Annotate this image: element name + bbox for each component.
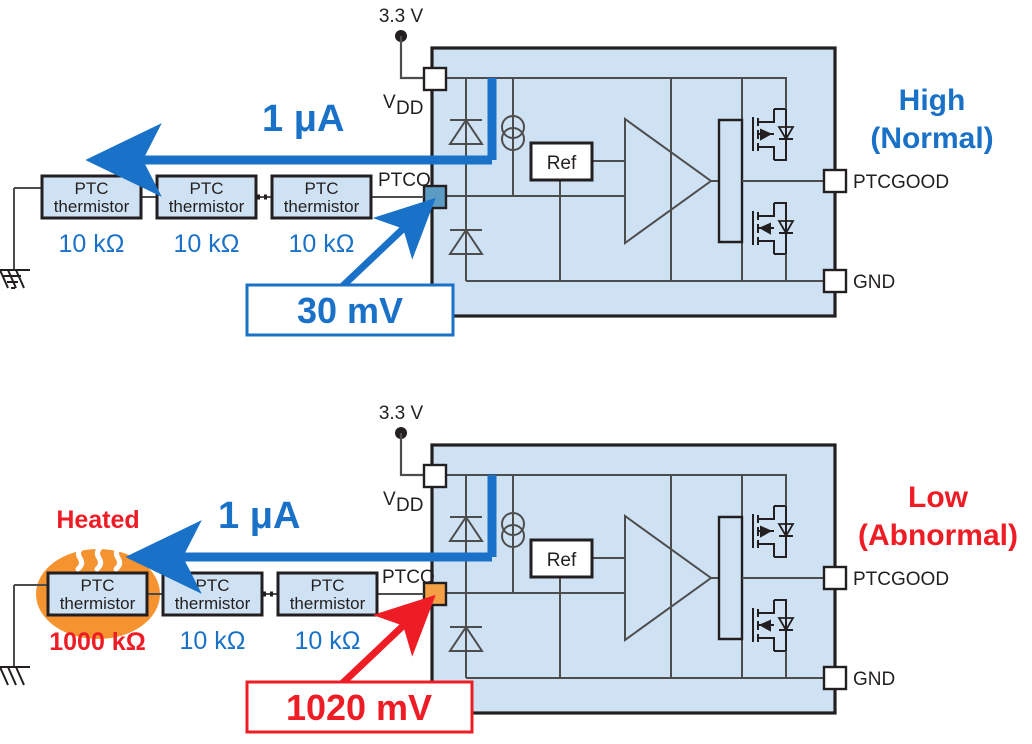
thermistor-2-abnormal: PTC thermistor 10 kΩ (161, 571, 264, 655)
status-line2-abnormal: (Abnormal) (858, 519, 1018, 552)
status-line1-abnormal: Low (908, 481, 969, 514)
ptcgood-label-abnormal: PTCGOOD (853, 569, 949, 590)
status-line1-normal: High (899, 84, 966, 117)
earth-ground-normal (0, 269, 30, 289)
panel-normal: Ref PTC thermistor 10 kΩ PTC thermistor … (0, 6, 994, 337)
callout-value-abnormal: 1020 mV (286, 687, 432, 728)
thermistor-2-value-normal: 10 kΩ (174, 230, 240, 258)
gnd-label-normal: GND (853, 272, 895, 293)
pin-ptcgood-abnormal (822, 565, 848, 591)
thermistor-1-value-normal: 10 kΩ (59, 230, 125, 258)
thermistor-1-name2-abnormal: thermistor (60, 594, 136, 613)
ptcgood-label-normal: PTCGOOD (853, 172, 949, 193)
vdd-label-main-abnormal: V (383, 489, 396, 510)
thermistor-2-normal: PTC thermistor 10 kΩ (155, 174, 258, 258)
gnd-label-abnormal: GND (853, 669, 895, 690)
thermistor-2-name2-normal: thermistor (169, 197, 245, 216)
thermistor-1-name-normal: PTC (75, 179, 109, 198)
panel-abnormal: Ref PTC thermistor 1000 kΩ PTC thermisto… (0, 403, 1018, 734)
thermistor-3-name-abnormal: PTC (311, 576, 345, 595)
thermistor-2-name2-abnormal: thermistor (175, 594, 251, 613)
current-label-normal: 1 μA (262, 98, 344, 140)
pin-vdd-abnormal (422, 463, 448, 489)
thermistor-1-name-abnormal: PTC (81, 576, 115, 595)
thermistor-1-name2-normal: thermistor (54, 197, 130, 216)
thermistor-3-name2-normal: thermistor (284, 197, 360, 216)
thermistor-3-value-abnormal: 10 kΩ (295, 627, 361, 655)
figure-canvas: Ref PTC thermistor 10 kΩ PTC thermistor … (0, 0, 1032, 744)
pin-vdd-normal (422, 66, 448, 92)
status-line2-normal: (Normal) (870, 122, 993, 155)
pin-ptcgood-normal (822, 168, 848, 194)
ptco-label-normal: PTCO (378, 170, 431, 191)
current-label-abnormal: 1 μA (218, 495, 300, 537)
vdd-label-main-normal: V (383, 92, 396, 113)
thermistor-3-abnormal: PTC thermistor 10 kΩ (276, 571, 379, 655)
supply-label-normal: 3.3 V (379, 6, 424, 27)
pin-gnd-abnormal (822, 665, 848, 691)
vdd-label-normal: V DD (383, 92, 423, 119)
heated-label-abnormal: Heated (56, 506, 139, 534)
thermistor-1-normal: PTC thermistor 10 kΩ (40, 174, 143, 258)
vdd-label-sub-normal: DD (396, 98, 423, 119)
thermistor-3-value-normal: 10 kΩ (289, 230, 355, 258)
ref-label-abnormal: Ref (547, 550, 577, 571)
callout-value-normal: 30 mV (297, 290, 403, 331)
ptco-label-abnormal: PTCO (382, 567, 435, 588)
circuit-diagram: Ref PTC thermistor 10 kΩ PTC thermistor … (0, 6, 1018, 734)
thermistor-2-value-abnormal: 10 kΩ (180, 627, 246, 655)
thermistor-2-name-abnormal: PTC (196, 576, 230, 595)
thermistor-2-name-normal: PTC (190, 179, 224, 198)
ref-label-normal: Ref (547, 153, 577, 174)
vdd-label-abnormal: V DD (383, 489, 423, 516)
pin-gnd-normal (822, 268, 848, 294)
thermistor-1-abnormal: PTC thermistor 1000 kΩ (46, 571, 149, 656)
thermistor-3-name-normal: PTC (305, 179, 339, 198)
thermistor-1-value-abnormal: 1000 kΩ (49, 628, 146, 656)
thermistor-3-name2-abnormal: thermistor (290, 594, 366, 613)
earth-ground-abnormal (0, 666, 30, 686)
thermistor-3-normal: PTC thermistor 10 kΩ (270, 174, 373, 258)
supply-label-abnormal: 3.3 V (379, 403, 424, 424)
vdd-label-sub-abnormal: DD (396, 495, 423, 516)
